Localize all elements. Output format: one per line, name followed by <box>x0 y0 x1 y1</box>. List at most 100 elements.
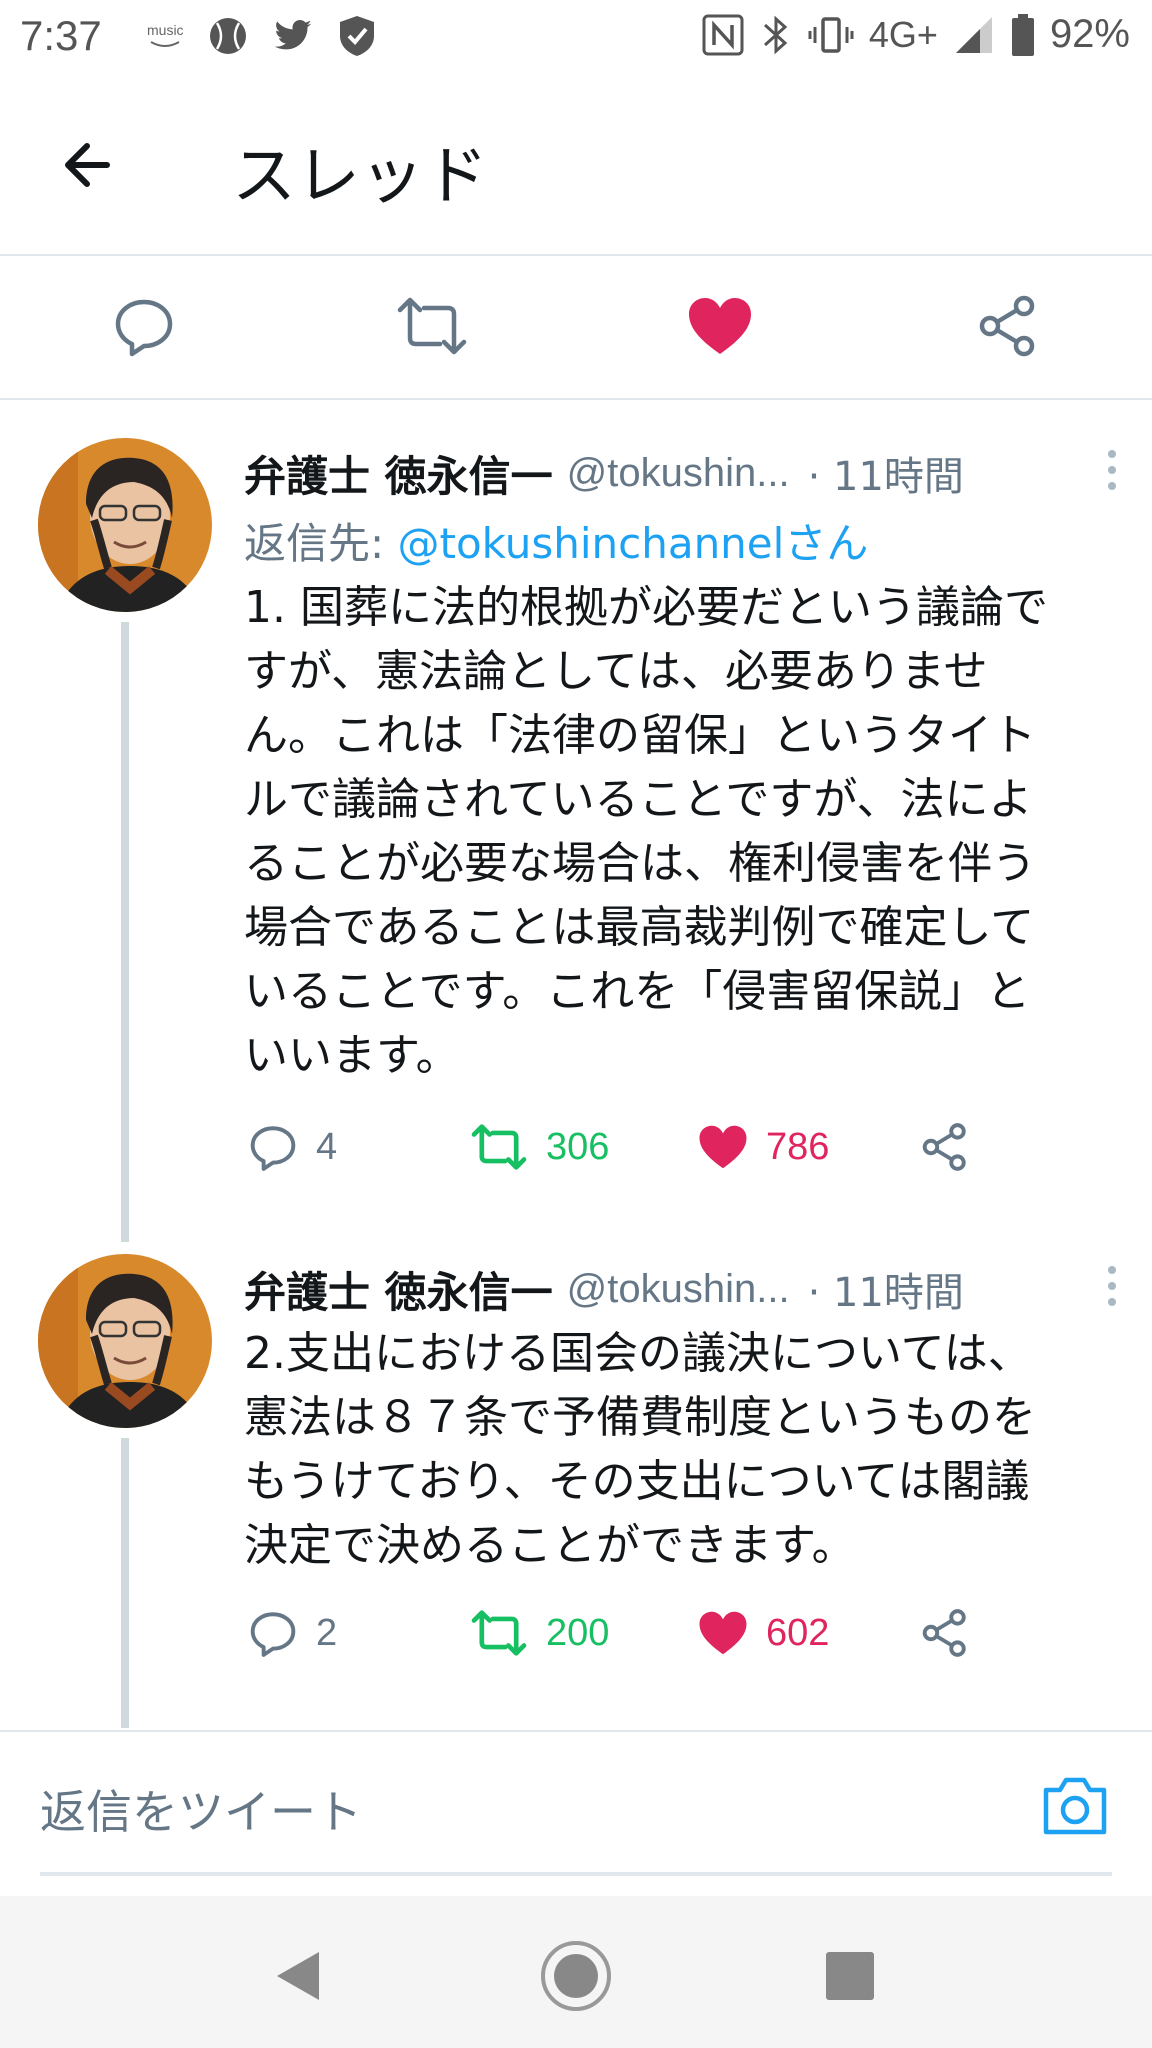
tweet-text-line: いることです。これを「侵害留保説」と <box>244 966 1031 1017</box>
tweet-text-line: 場合であることは最高裁判例で確定して <box>244 902 1035 953</box>
avatar[interactable] <box>38 1254 212 1428</box>
shield-check-icon <box>340 16 374 56</box>
share-button[interactable] <box>968 286 1048 366</box>
nav-home-button[interactable] <box>536 1936 616 2016</box>
twitter-bird-icon <box>274 20 312 50</box>
share-icon <box>922 1609 966 1657</box>
reply-button[interactable]: 4 <box>248 1112 337 1182</box>
status-time: 7:37 <box>20 12 102 59</box>
battery-percent: 92% <box>1049 12 1130 56</box>
more-vertical-icon <box>1108 1266 1116 1306</box>
network-type: 4G+ <box>868 13 938 55</box>
tweet-text: 1. 国葬に法的根拠が必要だという議論で すが、憲法論としては、必要ありませ ん… <box>244 576 1134 1088</box>
nav-recents-button[interactable] <box>810 1936 890 2016</box>
retweet-icon <box>471 1124 527 1170</box>
tweet-text: 2.支出における国会の議決については、 憲法は８７条で予備費制度というものを も… <box>244 1322 1134 1578</box>
battery-icon <box>1011 13 1034 56</box>
retweet-button[interactable]: 200 <box>470 1598 609 1668</box>
square-recents-icon <box>826 1952 874 2000</box>
system-icons: 4G+ 92% <box>701 12 1130 57</box>
avatar[interactable] <box>38 438 212 612</box>
reply-icon <box>115 299 173 357</box>
reply-count: 4 <box>316 1125 338 1168</box>
retweet-button[interactable] <box>392 286 472 366</box>
nav-back-button[interactable] <box>258 1936 338 2016</box>
tweet-actions: 4 306 786 <box>244 1112 1044 1182</box>
tweet-text-line: もうけており、その支出については閣議 <box>244 1456 1030 1507</box>
thread-header: スレッド <box>0 100 1152 250</box>
reply-composer[interactable]: 返信をツイート <box>0 1736 1152 1876</box>
camera-button[interactable] <box>1040 1774 1110 1838</box>
user-handle[interactable]: @tokushin... <box>567 451 790 496</box>
like-button[interactable]: 602 <box>698 1598 829 1668</box>
display-name[interactable]: 弁護士 徳永信一 <box>244 1259 553 1320</box>
more-vertical-icon <box>1108 450 1116 490</box>
share-button[interactable] <box>920 1598 970 1668</box>
back-button[interactable] <box>55 130 125 200</box>
user-handle[interactable]: @tokushin... <box>567 1267 790 1312</box>
reply-icon <box>250 1126 296 1171</box>
notification-icons: music <box>145 14 377 58</box>
tweet-header: 弁護士 徳永信一 @tokushin... · 11時間 <box>244 1254 1122 1324</box>
reply-button[interactable] <box>104 286 184 366</box>
reply-input[interactable]: 返信をツイート <box>40 1776 362 1842</box>
retweet-icon <box>397 297 467 355</box>
heart-filled-icon <box>699 1611 747 1655</box>
share-icon <box>922 1123 966 1171</box>
profile-photo <box>38 1254 212 1428</box>
tweet-item[interactable]: 弁護士 徳永信一 @tokushin... · 11時間 返信先: @tokus… <box>0 438 1152 1242</box>
retweet-button[interactable]: 306 <box>470 1112 609 1182</box>
more-options-button[interactable] <box>1102 446 1122 496</box>
heart-filled-icon <box>689 298 751 354</box>
compose-divider <box>0 1730 1152 1732</box>
tweet-text-line: 憲法は８７条で予備費制度というものを <box>244 1392 1036 1443</box>
camera-icon <box>1043 1777 1107 1835</box>
like-button[interactable]: 786 <box>698 1112 829 1182</box>
retweet-count: 200 <box>546 1611 610 1654</box>
profile-photo <box>38 438 212 612</box>
reply-count: 2 <box>316 1611 338 1654</box>
heart-filled-icon <box>699 1125 747 1169</box>
amazon-music-icon: music <box>145 16 185 56</box>
tweet-time: · 11時間 <box>807 454 964 500</box>
tweet-header: 弁護士 徳永信一 @tokushin... · 11時間 <box>244 438 1122 508</box>
vibrate-icon <box>808 16 854 53</box>
page-title: スレッド <box>232 140 488 214</box>
share-button[interactable] <box>920 1112 970 1182</box>
display-name[interactable]: 弁護士 徳永信一 <box>244 443 553 504</box>
more-options-button[interactable] <box>1102 1262 1122 1312</box>
reply-to-prefix: 返信先: <box>244 519 398 568</box>
home-circle-icon <box>541 1941 611 2011</box>
reply-input-underline <box>40 1872 1112 1876</box>
tweet-time: · 11時間 <box>807 1270 964 1316</box>
nfc-icon <box>702 14 744 55</box>
triangle-back-icon <box>277 1952 319 2000</box>
status-bar: 7:37 music 4G+ 92% <box>0 0 1152 80</box>
header-divider <box>0 254 1152 256</box>
bluetooth-icon <box>763 15 788 54</box>
tweet-text-line: 2.支出における国会の議決については、 <box>244 1328 1032 1379</box>
tweet-text-line: 決定で決めることができます。 <box>244 1520 856 1571</box>
tweet-text-line: いいます。 <box>244 1030 460 1081</box>
android-nav-bar <box>0 1896 1152 2048</box>
baseball-icon <box>210 18 246 54</box>
thread-connector <box>121 622 129 1242</box>
tweet-actions: 2 200 602 <box>244 1598 1044 1668</box>
tweet-text-line: ることが必要な場合は、権利侵害を伴う <box>244 838 1036 889</box>
share-icon <box>979 295 1035 357</box>
like-button[interactable] <box>680 286 760 366</box>
reply-icon <box>250 1612 296 1657</box>
retweet-icon <box>471 1610 527 1656</box>
reply-to-line: 返信先: @tokushinchannelさん <box>244 510 868 571</box>
tweet-text-line: ルで議論されていることですが、法によ <box>244 774 1033 825</box>
like-count: 602 <box>766 1611 830 1654</box>
tweet-item[interactable]: 弁護士 徳永信一 @tokushin... · 11時間 2.支出における国会の… <box>0 1254 1152 1728</box>
reply-button[interactable]: 2 <box>248 1598 337 1668</box>
tweet-text-line: 1. 国葬に法的根拠が必要だという議論で <box>244 582 1048 633</box>
retweet-count: 306 <box>546 1125 610 1168</box>
tweet-text-line: すが、憲法論としては、必要ありませ <box>244 646 988 697</box>
signal-icon <box>955 16 992 53</box>
like-count: 786 <box>766 1125 830 1168</box>
tweet-text-line: ん。これは「法律の留保」というタイト <box>244 710 1036 761</box>
reply-to-mention[interactable]: @tokushinchannelさん <box>398 519 869 568</box>
